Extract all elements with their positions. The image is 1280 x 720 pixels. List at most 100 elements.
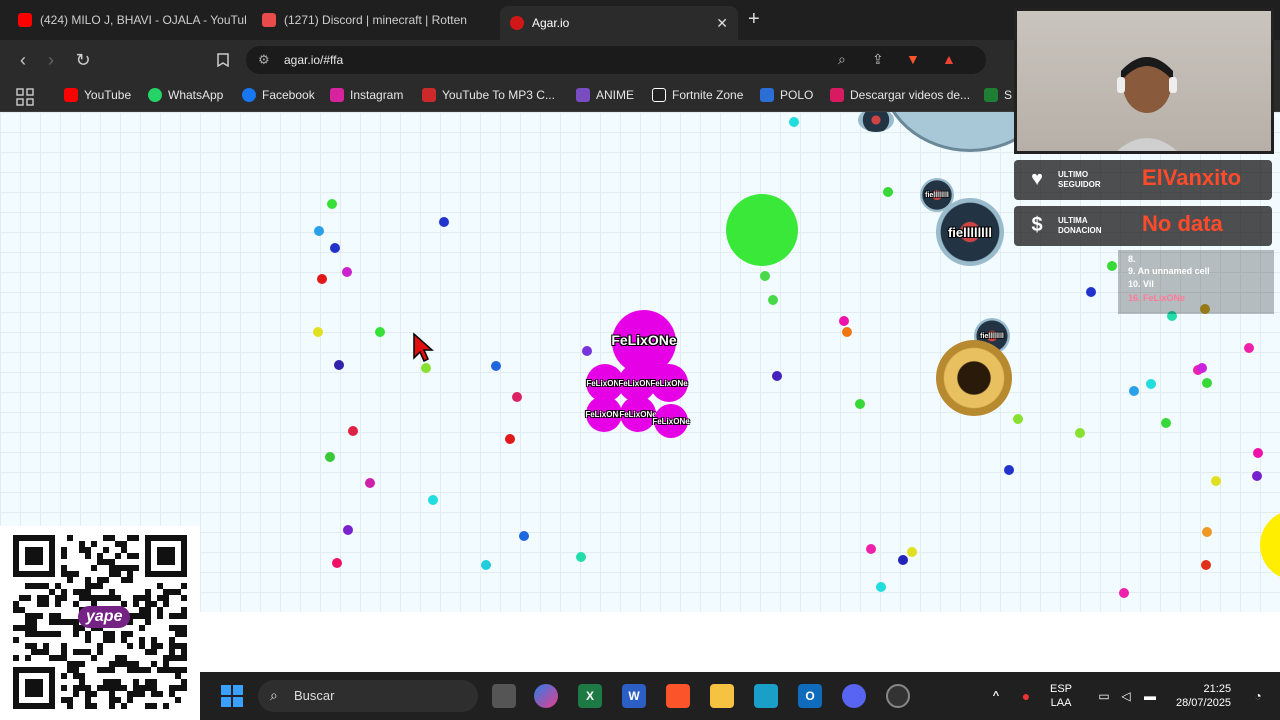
keyboard-language[interactable]: ESP LAA (1050, 682, 1072, 710)
network-icon[interactable]: ▭ (1092, 684, 1116, 708)
bookmark-label: POLO (780, 88, 814, 102)
qr-module (25, 583, 31, 589)
qr-module (25, 643, 31, 649)
tray-chevron-up-icon[interactable]: ^ (984, 684, 1008, 708)
share-icon[interactable]: ⇪ (872, 51, 884, 68)
fly-skin-cell (936, 340, 1012, 416)
reload-icon[interactable]: ↻ (72, 49, 94, 71)
clock[interactable]: 21:25 28/07/2025 (1176, 682, 1231, 710)
qr-module (127, 577, 133, 583)
qr-module (85, 631, 91, 637)
notifications-icon[interactable]: ◔ (1246, 684, 1270, 708)
bookmark-youtube[interactable]: YouTube (64, 88, 131, 102)
tab-agario[interactable]: Agar.io ✕ (500, 6, 738, 40)
battery-icon[interactable]: ▬ (1138, 684, 1162, 708)
qr-module (85, 637, 91, 643)
apps-grid-icon[interactable] (16, 88, 34, 106)
new-tab-button[interactable]: + (748, 8, 760, 31)
polo-icon (760, 88, 774, 102)
qr-module (109, 697, 115, 703)
back-icon[interactable]: ‹ (12, 49, 34, 71)
forward-icon[interactable]: › (40, 49, 62, 71)
facebook-icon (242, 88, 256, 102)
bookmark-descargar-videos[interactable]: Descargar videos de... (830, 88, 970, 102)
bookmark-fortnite-zone[interactable]: Fortnite Zone (652, 88, 743, 102)
excel-icon[interactable]: X (578, 684, 602, 708)
word-icon[interactable]: W (622, 684, 646, 708)
bookmark-instagram[interactable]: Instagram (330, 88, 403, 102)
qr-module (61, 553, 67, 559)
zoom-icon[interactable]: ⌕ (838, 51, 846, 68)
split-name: FeLixONe (650, 378, 688, 388)
qr-module (19, 625, 25, 631)
qr-module (157, 583, 163, 589)
windows-start-icon[interactable] (220, 684, 244, 708)
bookmark-whatsapp[interactable]: WhatsApp (148, 88, 223, 102)
outlook-icon[interactable]: O (798, 684, 822, 708)
qr-module (127, 571, 133, 577)
qr-module (175, 655, 181, 661)
site-settings-icon[interactable]: ⚙ (258, 52, 270, 68)
display-app-icon[interactable] (754, 684, 778, 708)
tab-youtube[interactable]: (424) MILO J, BHAVI - OJALA - YouTube (8, 6, 246, 34)
food-pellet (365, 478, 375, 488)
bookmark-icon[interactable] (212, 49, 234, 71)
qr-module (121, 541, 127, 547)
bookmark-youtube-mp3[interactable]: YouTube To MP3 C... (422, 88, 555, 102)
qr-module (85, 553, 91, 559)
qr-module (181, 613, 187, 619)
qr-module (133, 553, 139, 559)
task-view-icon[interactable] (492, 684, 516, 708)
tab-discord[interactable]: (1271) Discord | minecraft | Rotten (252, 6, 494, 34)
language-code: ESP (1050, 683, 1073, 695)
qr-module (145, 619, 151, 625)
bookmark-s[interactable]: S (984, 88, 1012, 102)
food-pellet (375, 327, 385, 337)
bookmark-anime[interactable]: ANIME (576, 88, 634, 102)
qr-module (73, 571, 79, 577)
discord-icon[interactable] (842, 684, 866, 708)
brave-browser-icon[interactable] (666, 684, 690, 708)
food-pellet (313, 327, 323, 337)
qr-module (127, 553, 133, 559)
qr-module (67, 619, 73, 625)
qr-module (61, 547, 67, 553)
bookmark-facebook[interactable]: Facebook (242, 88, 315, 102)
qr-module (139, 667, 145, 673)
food-pellet (343, 525, 353, 535)
address-bar[interactable]: ⚙ agar.io/#ffa ⌕ ⇪ ▼ ▲ (246, 46, 986, 74)
qr-module (49, 589, 55, 595)
food-pellet (439, 217, 449, 227)
qr-module (175, 631, 181, 637)
close-tab-icon[interactable]: ✕ (716, 15, 728, 32)
qr-module (79, 649, 85, 655)
qr-module (91, 595, 97, 601)
copilot-icon[interactable] (534, 684, 558, 708)
streamer-avatar (1117, 57, 1177, 151)
brave-shield-icon[interactable]: ▼ (906, 51, 920, 67)
qr-module (61, 589, 67, 595)
split-name: FeLixONe (652, 416, 690, 426)
qr-module (103, 559, 109, 565)
file-explorer-icon[interactable] (710, 684, 734, 708)
volume-icon[interactable]: ◁ (1114, 684, 1138, 708)
brave-rewards-icon[interactable]: ▲ (942, 51, 956, 67)
food-pellet (1201, 560, 1211, 570)
qr-module (97, 667, 103, 673)
microphone-icon[interactable]: ● (1014, 684, 1038, 708)
enemy-name: fiellllllll (925, 191, 949, 199)
alert-value: ElVanxito (1142, 165, 1242, 190)
qr-module (43, 595, 49, 601)
qr-module (19, 607, 25, 613)
qr-module (139, 613, 145, 619)
qr-module (73, 673, 79, 679)
qr-module (157, 607, 163, 613)
bookmark-polo[interactable]: POLO (760, 88, 813, 102)
qr-module (169, 691, 175, 697)
taskbar-search[interactable]: ⌕ Buscar (258, 680, 478, 712)
qr-module (97, 583, 103, 589)
food-pellet (883, 187, 893, 197)
qr-module (79, 661, 85, 667)
qr-module (115, 565, 121, 571)
obs-icon[interactable] (886, 684, 910, 708)
